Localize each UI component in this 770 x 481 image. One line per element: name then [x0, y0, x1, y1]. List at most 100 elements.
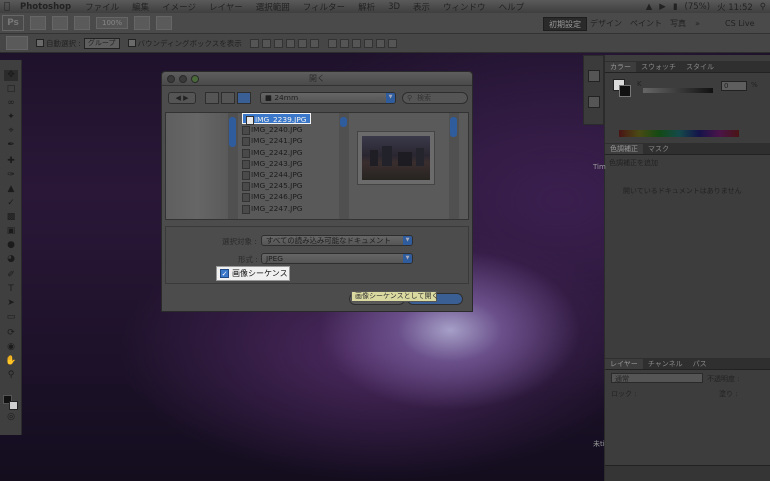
align-top-icon[interactable] [249, 38, 259, 48]
image-sequence-checkbox[interactable]: ✓ [220, 269, 229, 278]
properties-panel-icon[interactable] [588, 96, 600, 108]
workspace-photo[interactable]: 写真 [665, 17, 691, 31]
move-tool-icon[interactable]: ✥ [4, 70, 18, 81]
dodge-tool-icon[interactable]: ◕ [4, 254, 18, 265]
format-select[interactable]: JPEG ▼ [261, 253, 413, 264]
list-item[interactable]: IMG_2242.JPG [239, 147, 339, 158]
crop-tool-icon[interactable]: ⌖ [4, 126, 18, 137]
bounding-box-checkbox[interactable] [127, 39, 138, 48]
back-forward-buttons[interactable]: ◀ ▶ [168, 92, 196, 104]
distribute-bottom-icon[interactable] [351, 38, 361, 48]
tab-paths[interactable]: パス [688, 359, 712, 369]
file-list-scroll-thumb[interactable] [340, 117, 347, 127]
list-item[interactable]: IMG_2239.JPG [242, 113, 311, 126]
search-field[interactable]: ⚲ 検索 [402, 92, 468, 104]
align-middle-icon[interactable] [261, 38, 271, 48]
menu-filter[interactable]: フィルター [303, 1, 345, 13]
menu-3d[interactable]: 3D [388, 2, 400, 12]
workspace-essentials[interactable]: 初期設定 [543, 17, 587, 31]
close-button-icon[interactable] [167, 75, 175, 83]
distribute-middle-icon[interactable] [339, 38, 349, 48]
healing-tool-icon[interactable]: ✚ [4, 156, 18, 167]
list-item[interactable]: IMG_2241.JPG [239, 135, 339, 147]
list-item[interactable]: IMG_2245.JPG [239, 180, 339, 192]
distribute-center-icon[interactable] [375, 38, 385, 48]
menu-file[interactable]: ファイル [85, 1, 119, 13]
tab-color[interactable]: カラー [605, 62, 636, 72]
history-panel-icon[interactable] [588, 70, 600, 82]
menu-select[interactable]: 選択範囲 [256, 1, 290, 13]
eyedropper-tool-icon[interactable]: ✒ [4, 140, 18, 151]
distribute-left-icon[interactable] [363, 38, 373, 48]
image-sequence-option[interactable]: ✓ 画像シーケンス [216, 266, 290, 281]
workspace-design[interactable]: デザイン [585, 17, 627, 31]
align-bottom-icon[interactable] [273, 38, 283, 48]
menu-window[interactable]: ウィンドウ [443, 1, 486, 13]
lasso-tool-icon[interactable]: ∞ [4, 98, 18, 109]
list-item[interactable]: IMG_2247.JPG [239, 203, 339, 214]
file-list-scrollbar[interactable] [339, 113, 349, 219]
column-scrollbar[interactable] [228, 113, 238, 219]
battery-icon[interactable]: ▮ [673, 2, 678, 12]
menu-edit[interactable]: 編集 [132, 1, 149, 13]
quick-mask-icon[interactable]: ◎ [4, 412, 18, 423]
cs-live-button[interactable]: CS Live [720, 17, 760, 31]
distribute-right-icon[interactable] [387, 38, 397, 48]
align-left-icon[interactable] [285, 38, 295, 48]
3d-rotate-tool-icon[interactable]: ⟳ [4, 328, 18, 339]
pen-tool-icon[interactable]: ✐ [4, 270, 18, 281]
brush-tool-icon[interactable]: ✑ [4, 170, 18, 181]
tab-swatches[interactable]: スウォッチ [636, 62, 681, 72]
eraser-tool-icon[interactable]: ▩ [4, 212, 18, 223]
wifi-icon[interactable]: ▲ [646, 2, 653, 12]
tab-adjustments[interactable]: 色調補正 [605, 144, 643, 154]
spotlight-icon[interactable]: ⚲ [760, 2, 766, 12]
preview-scrollbar[interactable] [449, 113, 459, 219]
preview-scroll-thumb[interactable] [450, 117, 457, 137]
icon-view-button[interactable] [205, 92, 219, 104]
screen-mode-icon[interactable] [156, 16, 172, 30]
shape-tool-icon[interactable]: ▭ [4, 312, 18, 323]
folder-popup[interactable]: ■ 24mm ▼ [260, 92, 396, 104]
marquee-tool-icon[interactable]: □ [4, 84, 18, 95]
align-right-icon[interactable] [309, 38, 319, 48]
tab-styles[interactable]: スタイル [681, 62, 719, 72]
list-item[interactable]: IMG_2244.JPG [239, 169, 339, 181]
column-scroll-thumb[interactable] [229, 117, 236, 147]
move-tool-preset-icon[interactable] [6, 36, 28, 50]
3d-orbit-tool-icon[interactable]: ◉ [4, 342, 18, 353]
k-channel-value[interactable]: 0 [721, 81, 747, 91]
tab-masks[interactable]: マスク [643, 144, 674, 154]
path-select-tool-icon[interactable]: ➤ [4, 298, 18, 309]
stamp-tool-icon[interactable]: ▲ [4, 184, 18, 195]
list-item[interactable]: IMG_2243.JPG [239, 158, 339, 169]
tab-channels[interactable]: チャンネル [643, 359, 688, 369]
menu-layer[interactable]: レイヤー [209, 1, 243, 13]
blend-mode-select[interactable]: 通常 [611, 373, 703, 383]
distribute-top-icon[interactable] [327, 38, 337, 48]
blur-tool-icon[interactable]: ● [4, 240, 18, 251]
app-menu[interactable]: Photoshop [20, 2, 71, 12]
foreground-swatch[interactable] [619, 85, 631, 97]
hand-tool-icon[interactable]: ✋ [4, 356, 18, 367]
bridge-icon[interactable] [30, 16, 46, 30]
enable-select[interactable]: すべての読み込み可能なドキュメント ▼ [261, 235, 413, 246]
gradient-tool-icon[interactable]: ▣ [4, 226, 18, 237]
background-color-swatch[interactable] [9, 401, 18, 410]
arrange-documents-icon[interactable] [134, 16, 150, 30]
workspace-paint[interactable]: ペイント [625, 17, 667, 31]
align-center-icon[interactable] [297, 38, 307, 48]
menu-analysis[interactable]: 解析 [358, 1, 375, 13]
auto-select-target[interactable]: グループ [83, 37, 120, 49]
zoom-level[interactable]: 100% [96, 17, 128, 29]
list-item[interactable]: IMG_2246.JPG [239, 191, 339, 203]
quick-select-tool-icon[interactable]: ✦ [4, 112, 18, 123]
auto-select-checkbox[interactable] [36, 39, 46, 48]
view-extras-icon[interactable] [74, 16, 90, 30]
volume-icon[interactable]: ▶ [659, 2, 666, 12]
column-view-button[interactable] [237, 92, 251, 104]
minimize-button-icon[interactable] [179, 75, 187, 83]
list-view-button[interactable] [221, 92, 235, 104]
zoom-tool-icon[interactable]: ⚲ [4, 370, 18, 381]
tab-layers[interactable]: レイヤー [605, 359, 643, 369]
